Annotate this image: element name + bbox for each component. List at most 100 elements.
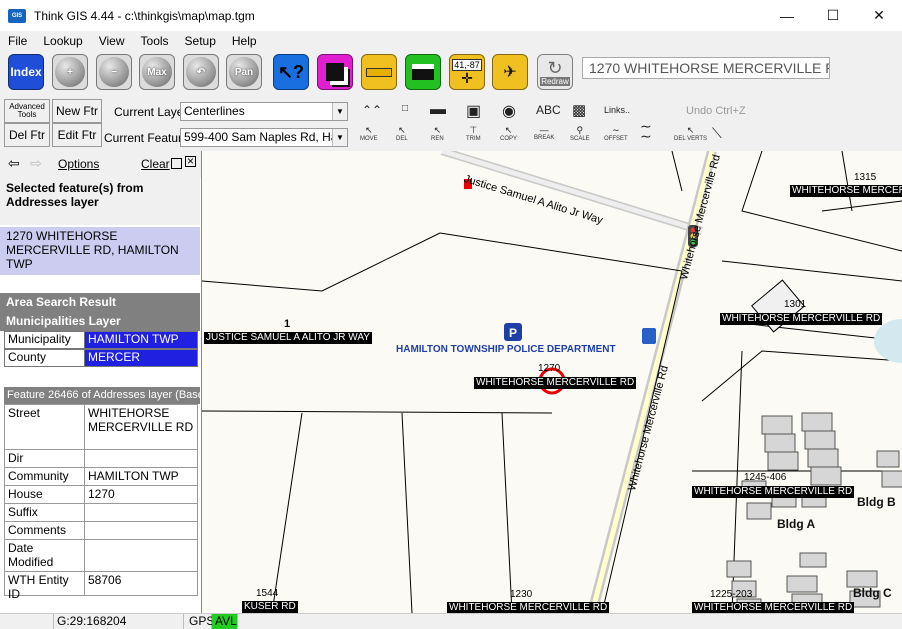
index-button[interactable]: Index: [8, 54, 44, 90]
circle-tool-icon[interactable]: ◉: [502, 101, 516, 121]
current-layer-select[interactable]: Centerlines ▼: [180, 102, 348, 121]
advanced-tools-label: Advanced Tools: [9, 102, 45, 119]
break-tool[interactable]: — BREAK: [534, 125, 554, 142]
move-tool[interactable]: ↖ MOVE: [360, 125, 378, 143]
helicopter-button[interactable]: ✈: [492, 54, 528, 90]
point-tool-icon[interactable]: □: [402, 103, 408, 114]
measure-button[interactable]: [361, 54, 397, 90]
table-row: Street WHITEHORSE MERCERVILLE RD: [5, 405, 198, 450]
menu-tools[interactable]: Tools: [133, 34, 177, 48]
advanced-tools-button[interactable]: Advanced Tools: [4, 99, 50, 123]
field-value: HAMILTON TWP: [85, 468, 198, 485]
delete-tool[interactable]: ↖ DEL: [396, 125, 408, 143]
trim-tool[interactable]: ⊤ TRIM: [466, 125, 481, 143]
zoom-previous-button[interactable]: ↶: [183, 54, 219, 90]
helicopter-icon: ✈: [503, 64, 517, 81]
menu-setup[interactable]: Setup: [177, 34, 224, 48]
undo-button[interactable]: Undo Ctrl+Z: [686, 105, 746, 117]
offset-label: OFFSET: [604, 136, 628, 142]
address-label: WHITEHORSE MERCER: [790, 185, 902, 197]
field-key: WTH Entity ID: [5, 572, 85, 601]
close-panel-icon[interactable]: ×: [185, 155, 196, 167]
options-link[interactable]: Options: [58, 157, 99, 171]
rename-tool[interactable]: ↖ REN: [431, 125, 444, 143]
forward-arrow-icon[interactable]: ⇨: [30, 155, 42, 172]
address-number: 1225-203: [710, 589, 753, 600]
maximize-button[interactable]: ☐: [810, 0, 856, 31]
crosshair-icon: ✛: [461, 70, 473, 86]
pan-button[interactable]: Pan: [226, 54, 262, 90]
avl-indicator: AVL: [212, 614, 238, 629]
app-logo-icon: GIS: [8, 8, 26, 23]
diagonal-line-icon[interactable]: ⟍: [712, 125, 722, 142]
clear-link[interactable]: Clear: [141, 157, 170, 171]
table-row: Comments: [5, 522, 198, 540]
zoom-out-button[interactable]: −: [96, 54, 132, 90]
pan-label: Pan: [234, 66, 254, 78]
address-number: 1245-406: [744, 472, 787, 483]
grid-readout: G:29:168204: [54, 614, 184, 629]
links-button[interactable]: Links..: [604, 105, 630, 115]
zoom-in-button[interactable]: +: [52, 54, 88, 90]
field-key: Street: [5, 405, 85, 449]
layers-button[interactable]: [317, 54, 353, 90]
building-label: Bldg C: [853, 586, 892, 600]
close-button[interactable]: ✕: [856, 0, 902, 31]
minimize-button[interactable]: —: [764, 0, 810, 31]
address-number: 1: [284, 318, 291, 330]
ren-label: REN: [431, 136, 444, 142]
copy-label: COPY: [500, 136, 518, 142]
coordinates-button[interactable]: 41,-87 ✛: [449, 54, 485, 90]
polygon-hole-tool-icon[interactable]: ▣: [466, 101, 481, 121]
field-key: Suffix: [5, 504, 85, 521]
gps-indicator: GPS: [186, 614, 214, 629]
parallel-curves-icon[interactable]: ∼ ∼: [640, 119, 652, 143]
table-row: House 1270: [5, 486, 198, 504]
chevron-down-icon: ▼: [332, 103, 347, 120]
menu-view[interactable]: View: [91, 34, 133, 48]
offset-tool[interactable]: ∼ OFFSET: [604, 125, 628, 143]
redraw-button[interactable]: ↻ Redraw: [537, 54, 573, 90]
scale-tool[interactable]: ⚲ SCALE: [570, 125, 590, 143]
delete-vertices-tool[interactable]: ↖ DEL VERTS: [674, 125, 707, 143]
print-button[interactable]: [405, 54, 441, 90]
image-tool-icon[interactable]: ▩: [572, 101, 586, 119]
address-label: WHITEHORSE MERCERVILLE RD: [692, 602, 855, 613]
address-search-input[interactable]: 1270 WHITEHORSE MERCERVILLE RD: [582, 57, 830, 79]
zoom-max-button[interactable]: Max: [139, 54, 175, 90]
address-label: WHITEHORSE MERCERVILLE RD: [447, 602, 610, 613]
field-key: Date Modified: [5, 540, 85, 571]
copy-tool[interactable]: ↖ COPY: [500, 125, 517, 143]
menu-lookup[interactable]: Lookup: [35, 34, 90, 48]
refresh-icon: ↻: [547, 57, 563, 78]
edit-feature-button[interactable]: Edit Ftr: [52, 123, 102, 147]
identify-button[interactable]: ↖?: [273, 54, 309, 90]
address-label: WHITEHORSE MERCERVILLE RD: [474, 377, 637, 389]
move-label: MOVE: [360, 136, 378, 142]
zoom-max-icon: Max: [142, 57, 172, 87]
polyline-tool-icon[interactable]: ⌃⌃: [362, 103, 382, 117]
address-label: JUSTICE SAMUEL A ALITO JR WAY: [204, 332, 372, 344]
back-arrow-icon[interactable]: ⇦: [8, 155, 20, 172]
menu-help[interactable]: Help: [224, 34, 265, 48]
selected-address-item[interactable]: 1270 WHITEHORSE MERCERVILLE RD, HAMILTON…: [0, 227, 200, 275]
address-number: 1301: [784, 299, 807, 310]
trim-label: TRIM: [466, 136, 481, 142]
restore-icon[interactable]: [171, 158, 182, 169]
polygon-tool-icon[interactable]: ▬: [430, 101, 446, 119]
zoom-in-icon: +: [55, 57, 85, 87]
current-feature-select[interactable]: 599-400 Sam Naples Rd, Hami ▼: [180, 128, 348, 147]
cursor-question-icon: ↖?: [277, 61, 305, 82]
building-label: Bldg A: [777, 517, 816, 531]
menu-file[interactable]: File: [0, 34, 35, 48]
map-canvas[interactable]: P Justice Samuel A Alito Jr Way Whitehor…: [202, 151, 902, 613]
table-row: WTH Entity ID 58706: [5, 572, 198, 601]
status-bar: G:29:168204 GPS AVL: [0, 613, 902, 629]
new-feature-button[interactable]: New Ftr: [52, 99, 102, 123]
justice-road-fill: [441, 151, 703, 234]
field-key: Dir: [5, 450, 85, 467]
label-tool[interactable]: ABC: [536, 103, 561, 117]
table-row: Dir: [5, 450, 198, 468]
delete-feature-button[interactable]: Del Ftr: [4, 123, 50, 147]
county-value: MERCER: [85, 350, 197, 366]
